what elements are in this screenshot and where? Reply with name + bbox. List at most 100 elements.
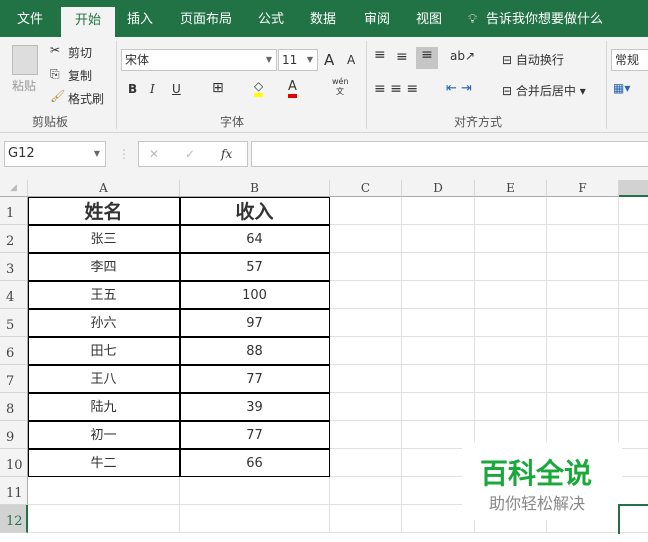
enter-icon[interactable]: ✓ [185, 142, 195, 166]
cell-F4[interactable] [547, 281, 619, 309]
cell-E4[interactable] [475, 281, 547, 309]
cell-B1[interactable]: 收入 [179, 196, 330, 225]
cell-C5[interactable] [330, 309, 402, 337]
cell-E3[interactable] [475, 253, 547, 281]
indent-icon[interactable]: ⇤ ⇥ [446, 81, 472, 96]
paste-icon[interactable] [12, 45, 38, 75]
font-name-select[interactable]: 宋体 ▼ [121, 49, 277, 71]
cell-C9[interactable] [330, 421, 402, 449]
row-header-10[interactable]: 10 [0, 449, 28, 477]
cell-B4[interactable]: 100 [179, 280, 330, 309]
cell-A2[interactable]: 张三 [27, 224, 180, 253]
cell-F7[interactable] [547, 365, 619, 393]
align-bottom-icon[interactable]: ≡ [416, 47, 438, 69]
bold-button[interactable]: B [128, 82, 137, 96]
column-header-d[interactable]: D [402, 180, 475, 197]
cell-C1[interactable] [330, 197, 402, 225]
cell-C8[interactable] [330, 393, 402, 421]
tab-file[interactable]: 文件 [17, 0, 43, 37]
cell-E8[interactable] [475, 393, 547, 421]
cell-A7[interactable]: 王八 [27, 364, 180, 393]
column-header-b[interactable]: B [180, 180, 330, 197]
font-size-select[interactable]: 11 ▼ [278, 49, 318, 71]
cell-F8[interactable] [547, 393, 619, 421]
cell-C2[interactable] [330, 225, 402, 253]
cell-C3[interactable] [330, 253, 402, 281]
column-header-e[interactable]: E [475, 180, 547, 197]
wrap-text-button[interactable]: ⊟ 自动换行 [502, 51, 564, 68]
cell-F2[interactable] [547, 225, 619, 253]
cell-A3[interactable]: 李四 [27, 252, 180, 281]
cell-E7[interactable] [475, 365, 547, 393]
align-middle-icon[interactable]: ≡ [396, 49, 408, 65]
row-header-9[interactable]: 9 [0, 421, 28, 449]
cell-D7[interactable] [402, 365, 475, 393]
cell-F3[interactable] [547, 253, 619, 281]
tab-data[interactable]: 数据 [310, 0, 336, 37]
row-header-3[interactable]: 3 [0, 253, 28, 281]
format-painter-button[interactable]: 格式刷 [68, 90, 104, 107]
cell-G4[interactable] [619, 281, 648, 309]
phonetic-button[interactable]: wén 文 [332, 77, 349, 97]
column-header-g[interactable] [619, 180, 648, 197]
cell-A9[interactable]: 初一 [27, 420, 180, 449]
column-header-a[interactable]: A [28, 180, 180, 197]
grow-font-button[interactable]: A [324, 51, 334, 69]
row-header-6[interactable]: 6 [0, 337, 28, 365]
cell-F5[interactable] [547, 309, 619, 337]
name-box[interactable]: G12 ▼ [4, 141, 106, 167]
cell-B6[interactable]: 88 [179, 336, 330, 365]
cell-B5[interactable]: 97 [179, 308, 330, 337]
cell-C11[interactable] [330, 477, 402, 505]
cell-B9[interactable]: 77 [179, 420, 330, 449]
cell-B12[interactable] [180, 505, 330, 533]
paste-button[interactable]: 粘贴 [12, 77, 36, 94]
cell-A6[interactable]: 田七 [27, 336, 180, 365]
cell-D5[interactable] [402, 309, 475, 337]
cell-B2[interactable]: 64 [179, 224, 330, 253]
cell-A5[interactable]: 孙六 [27, 308, 180, 337]
cancel-icon[interactable]: ✕ [149, 142, 159, 166]
copy-button[interactable]: 复制 [68, 67, 92, 84]
cell-E2[interactable] [475, 225, 547, 253]
row-header-5[interactable]: 5 [0, 309, 28, 337]
italic-button[interactable]: I [150, 82, 155, 96]
cell-D3[interactable] [402, 253, 475, 281]
cell-F6[interactable] [547, 337, 619, 365]
insert-function-icon[interactable]: fx [221, 142, 232, 166]
merge-center-button[interactable]: ⊟ 合并后居中 ▾ [502, 82, 586, 99]
selected-cell-g12[interactable] [618, 504, 648, 534]
orientation-icon[interactable]: ab↗ [450, 49, 475, 63]
tell-me-search[interactable]: 告诉我你想要做什么 [486, 0, 603, 37]
tab-insert[interactable]: 插入 [127, 0, 153, 37]
tab-view[interactable]: 视图 [416, 0, 442, 37]
cell-A1[interactable]: 姓名 [27, 196, 180, 225]
cell-C7[interactable] [330, 365, 402, 393]
select-all-button[interactable]: ◢ [0, 180, 28, 197]
cell-B7[interactable]: 77 [179, 364, 330, 393]
cell-G7[interactable] [619, 365, 648, 393]
cell-C6[interactable] [330, 337, 402, 365]
formula-input[interactable] [251, 141, 648, 167]
row-header-8[interactable]: 8 [0, 393, 28, 421]
tab-review[interactable]: 审阅 [364, 0, 390, 37]
cell-G5[interactable] [619, 309, 648, 337]
cell-B10[interactable]: 66 [179, 448, 330, 477]
font-color-button[interactable]: A [288, 79, 297, 98]
cell-D2[interactable] [402, 225, 475, 253]
column-header-f[interactable]: F [547, 180, 619, 197]
cell-G11[interactable] [619, 477, 648, 505]
cell-D8[interactable] [402, 393, 475, 421]
cell-G9[interactable] [619, 421, 648, 449]
row-header-12[interactable]: 12 [0, 505, 28, 533]
cell-G10[interactable] [619, 449, 648, 477]
borders-icon[interactable]: ⊞ [212, 80, 224, 96]
tab-formulas[interactable]: 公式 [258, 0, 284, 37]
cell-E5[interactable] [475, 309, 547, 337]
cell-A4[interactable]: 王五 [27, 280, 180, 309]
cell-G8[interactable] [619, 393, 648, 421]
cell-A11[interactable] [28, 477, 180, 505]
cell-C12[interactable] [330, 505, 402, 533]
cut-button[interactable]: 剪切 [68, 44, 92, 61]
cell-F1[interactable] [547, 197, 619, 225]
